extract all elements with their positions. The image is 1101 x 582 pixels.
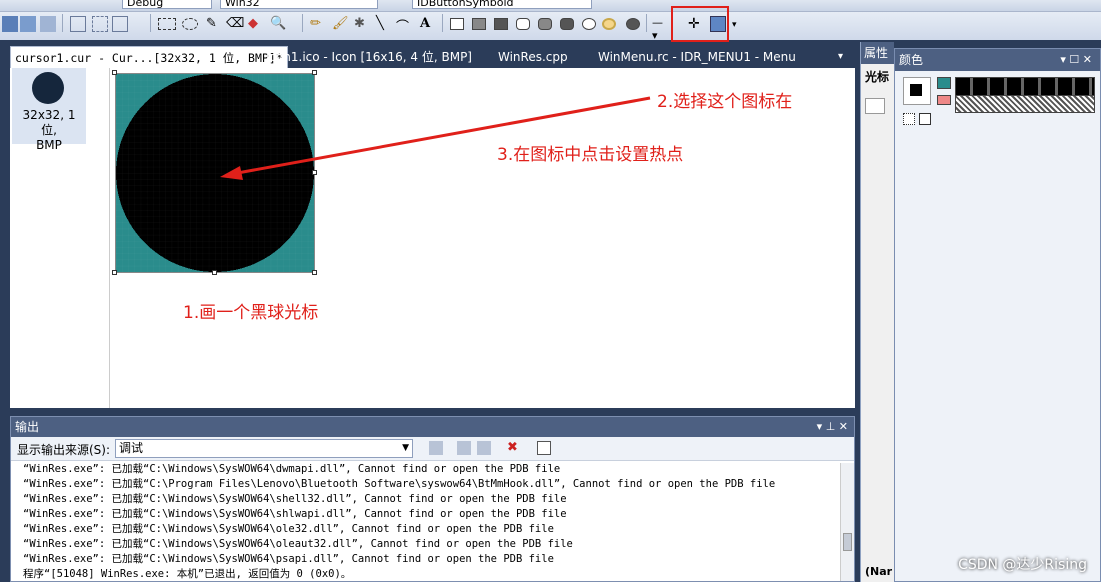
pattern-swatch[interactable] <box>903 113 915 125</box>
output-line: “WinRes.exe”: 已加载“C:\Windows\SysWOW64\sh… <box>23 493 567 505</box>
chevron-down-icon: ▼ <box>402 443 409 453</box>
output-line: “WinRes.exe”: 已加载“C:\Windows\SysWOW64\ol… <box>23 538 573 550</box>
output-panel: 输出 ▾ ⊥ ✕ 显示输出来源(S): 调试 ▼ ✖ “WinRes.exe”:… <box>10 416 855 582</box>
colors-title-bar: 颜色 ▾ ☐ ✕ <box>895 49 1100 71</box>
inverse-color-swatch[interactable] <box>937 95 951 105</box>
watermark: CSDN @达少Rising <box>958 557 1087 573</box>
output-panel-buttons-icon[interactable]: ▾ ⊥ ✕ <box>817 417 854 437</box>
output-source-select[interactable]: 调试 ▼ <box>115 439 413 458</box>
properties-name: (Nar <box>865 565 893 578</box>
output-text: “WinRes.exe”: 已加载“C:\Windows\SysWOW64\dw… <box>11 461 854 582</box>
annotation-step1: 1.画一个黑球光标 <box>183 303 319 323</box>
screen-color-swatch[interactable] <box>937 77 951 89</box>
annotation-step2: 2.选择这个图标在 <box>657 92 793 112</box>
properties-panel: 属性 光标 (Nar <box>860 42 894 582</box>
output-line: “WinRes.exe”: 已加载“C:\Program Files\Lenov… <box>23 478 776 490</box>
output-scrollbar[interactable] <box>840 463 854 581</box>
scroll-thumb[interactable] <box>843 533 852 551</box>
annotation-step3: 3.在图标中点击设置热点 <box>497 145 684 165</box>
output-line: 程序“[51048] WinRes.exe: 本机”已退出, 返回值为 0 (0… <box>23 568 352 580</box>
output-source-value: 调试 <box>119 441 144 455</box>
foreground-color <box>910 84 922 96</box>
categorized-icon[interactable] <box>865 98 885 114</box>
output-title-bar: 输出 ▾ ⊥ ✕ <box>11 417 854 437</box>
output-toolbar: 显示输出来源(S): 调试 ▼ ✖ <box>11 437 854 461</box>
panel-buttons-icon[interactable]: ▾ ☐ ✕ <box>1060 49 1092 71</box>
white-swatch[interactable] <box>919 113 931 125</box>
clear-all-icon[interactable]: ✖ <box>507 440 518 455</box>
output-title: 输出 <box>15 420 40 434</box>
color-palette-row2[interactable] <box>955 95 1095 113</box>
output-line: “WinRes.exe”: 已加载“C:\Windows\SysWOW64\ps… <box>23 553 554 565</box>
output-line: “WinRes.exe”: 已加载“C:\Windows\SysWOW64\dw… <box>23 463 561 475</box>
find-icon[interactable] <box>429 441 443 455</box>
output-line: “WinRes.exe”: 已加载“C:\Windows\SysWOW64\sh… <box>23 508 567 520</box>
current-color-indicator[interactable] <box>903 77 931 105</box>
colors-title: 颜色 <box>899 53 924 67</box>
next-icon[interactable] <box>477 441 491 455</box>
output-source-label: 显示输出来源(S): <box>17 443 111 457</box>
properties-title: 属性 <box>861 42 894 64</box>
word-wrap-icon[interactable] <box>537 441 551 455</box>
colors-panel: 颜色 ▾ ☐ ✕ <box>894 48 1101 582</box>
prev-icon[interactable] <box>457 441 471 455</box>
output-line: “WinRes.exe”: 已加载“C:\Windows\SysWOW64\ol… <box>23 523 554 535</box>
properties-object: 光标 <box>865 70 890 84</box>
